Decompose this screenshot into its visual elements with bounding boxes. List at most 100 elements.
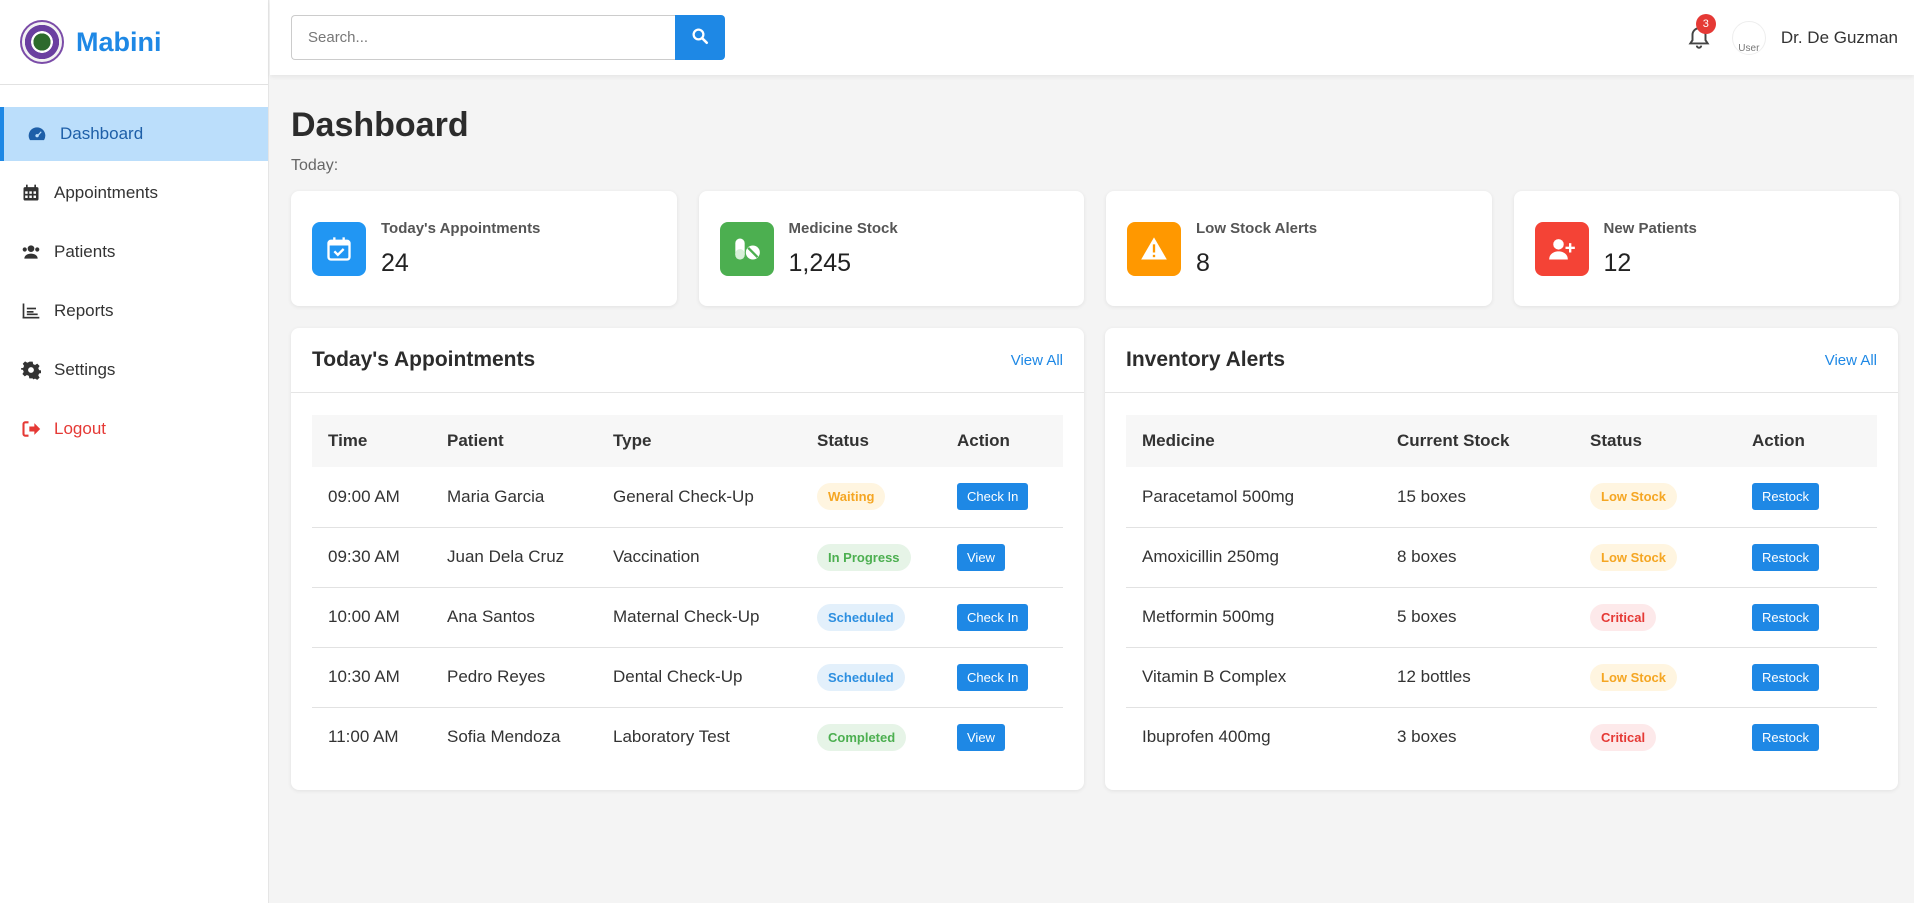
type-cell: Vaccination (613, 547, 700, 566)
sidebar-item-label: Logout (54, 419, 106, 438)
notifications-button[interactable]: 3 (1686, 13, 1716, 51)
sidebar-item-label: Dashboard (60, 124, 144, 143)
gear-icon (20, 359, 42, 381)
notification-badge: 3 (1695, 13, 1716, 34)
view-button[interactable]: View (957, 723, 1005, 751)
main-content: Dashboard Today: Today's Appointments 24… (291, 75, 1899, 790)
user-name[interactable]: Dr. De Guzman (1781, 28, 1898, 48)
stock-cell: 8 boxes (1397, 547, 1457, 566)
stat-value: 12 (1603, 248, 1632, 277)
medicine-cell: Ibuprofen 400mg (1142, 727, 1271, 747)
page-title: Dashboard (291, 106, 469, 144)
table-header-row: Time Patient Type Status Action (312, 415, 1063, 467)
panel-header: Inventory Alerts View All (1105, 328, 1898, 393)
column-header: Action (1752, 431, 1805, 450)
status-badge: Scheduled (817, 603, 905, 631)
logout-icon (20, 418, 42, 440)
restock-button[interactable]: Restock (1752, 723, 1819, 751)
sidebar-item-reports[interactable]: Reports (0, 284, 268, 338)
sidebar-item-label: Patients (54, 242, 116, 261)
restock-button[interactable]: Restock (1752, 483, 1819, 511)
sidebar-item-appointments[interactable]: Appointments (0, 166, 268, 220)
topbar: 3 User Dr. De Guzman (270, 0, 1914, 75)
table-header-row: Medicine Current Stock Status Action (1126, 415, 1877, 467)
status-badge: Scheduled (817, 663, 905, 691)
restock-button[interactable]: Restock (1752, 543, 1819, 571)
restock-button[interactable]: Restock (1752, 603, 1819, 631)
medicine-cell: Vitamin B Complex (1142, 667, 1287, 686)
avatar-alt-text: User (1738, 42, 1760, 54)
table-row: Ibuprofen 400mg 3 boxes Critical Restock (1126, 707, 1877, 767)
avatar[interactable]: User (1731, 20, 1766, 55)
medicine-cell: Amoxicillin 250mg (1142, 547, 1279, 566)
stat-label: Low Stock Alerts (1196, 219, 1318, 237)
brand[interactable]: Mabini (0, 0, 268, 85)
warning-icon (1127, 221, 1181, 276)
column-header: Time (328, 431, 368, 450)
stat-card-low-stock: Low Stock Alerts 8 (1106, 191, 1492, 306)
stat-label: Medicine Stock (788, 219, 898, 237)
column-header: Patient (447, 431, 504, 450)
sidebar-item-patients[interactable]: Patients (0, 225, 268, 279)
stock-cell: 5 boxes (1397, 607, 1457, 626)
table-row: Metformin 500mg 5 boxes Critical Restock (1126, 587, 1877, 647)
table-row: 11:00 AM Sofia Mendoza Laboratory Test C… (312, 707, 1063, 767)
stat-value: 24 (381, 248, 409, 277)
stat-label: Today's Appointments (381, 219, 541, 237)
sidebar-item-label: Settings (54, 360, 116, 379)
view-all-link[interactable]: View All (1011, 352, 1063, 369)
stock-cell: 3 boxes (1397, 727, 1457, 747)
restock-button[interactable]: Restock (1752, 663, 1819, 691)
sidebar-item-logout[interactable]: Logout (0, 402, 268, 456)
table-row: Amoxicillin 250mg 8 boxes Low Stock Rest… (1126, 527, 1877, 587)
sidebar: Mabini Dashboard Appointments Patients R… (0, 0, 269, 903)
gauge-icon (26, 123, 48, 145)
column-header: Action (957, 431, 1010, 450)
table-row: Vitamin B Complex 12 bottles Low Stock R… (1126, 647, 1877, 707)
table-row: 10:30 AM Pedro Reyes Dental Check-Up Sch… (312, 647, 1063, 707)
stat-card-new-patients: New Patients 12 (1513, 191, 1899, 306)
panels-row: Today's Appointments View All Time Patie… (291, 328, 1899, 790)
panel-header: Today's Appointments View All (291, 328, 1084, 393)
appointments-panel: Today's Appointments View All Time Patie… (291, 328, 1084, 790)
table-row: Paracetamol 500mg 15 boxes Low Stock Res… (1126, 467, 1877, 527)
today-label: Today: (291, 157, 339, 174)
chart-icon (20, 300, 42, 322)
status-badge: Waiting (817, 483, 886, 511)
user-plus-icon (1534, 221, 1589, 276)
sidebar-item-dashboard[interactable]: Dashboard (0, 107, 268, 161)
patient-cell: Juan Dela Cruz (447, 547, 565, 566)
search-button[interactable] (675, 15, 725, 60)
check-in-button[interactable]: Check In (957, 663, 1029, 691)
patient-cell: Maria Garcia (447, 486, 545, 506)
stat-label: New Patients (1603, 219, 1697, 237)
status-badge: Low Stock (1590, 663, 1678, 691)
type-cell: General Check-Up (613, 486, 754, 506)
sidebar-item-label: Appointments (54, 183, 158, 202)
stats-row: Today's Appointments 24 Medicine Stock 1… (291, 191, 1899, 306)
table-row: 09:00 AM Maria Garcia General Check-Up W… (312, 467, 1063, 527)
calendar-icon (20, 182, 42, 204)
type-cell: Dental Check-Up (613, 667, 743, 686)
appointments-table: Time Patient Type Status Action 09:00 AM… (312, 415, 1063, 767)
search-icon (691, 27, 709, 48)
column-header: Status (817, 431, 869, 450)
patient-cell: Sofia Mendoza (447, 727, 561, 747)
panel-title: Inventory Alerts (1126, 348, 1286, 371)
medicine-cell: Metformin 500mg (1142, 607, 1275, 626)
type-cell: Laboratory Test (613, 727, 730, 747)
stat-value: 8 (1196, 248, 1210, 277)
time-cell: 10:00 AM (328, 607, 400, 626)
status-badge: Low Stock (1590, 543, 1678, 571)
view-all-link[interactable]: View All (1825, 352, 1877, 369)
sidebar-item-settings[interactable]: Settings (0, 343, 268, 397)
inventory-panel: Inventory Alerts View All Medicine Curre… (1105, 328, 1898, 790)
user-area: 3 User Dr. De Guzman (1686, 0, 1898, 75)
check-in-button[interactable]: Check In (957, 603, 1029, 631)
users-icon (20, 241, 42, 263)
view-button[interactable]: View (957, 543, 1005, 571)
time-cell: 11:00 AM (328, 727, 399, 747)
check-in-button[interactable]: Check In (957, 483, 1029, 511)
time-cell: 10:30 AM (328, 667, 400, 686)
search-input[interactable] (291, 15, 675, 60)
